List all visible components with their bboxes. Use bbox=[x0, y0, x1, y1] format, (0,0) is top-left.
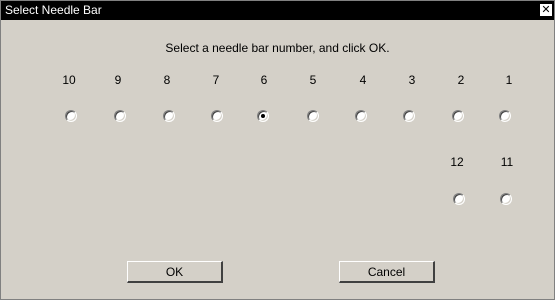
needle-label-1: 1 bbox=[505, 73, 513, 87]
needle-label-9: 9 bbox=[114, 73, 122, 87]
window-title: Select Needle Bar bbox=[5, 3, 102, 17]
needle-radio-2[interactable] bbox=[452, 110, 464, 122]
needle-radio-11[interactable] bbox=[500, 193, 512, 205]
needle-radio-8[interactable] bbox=[163, 110, 175, 122]
needle-label-5: 5 bbox=[309, 73, 317, 87]
needle-radio-12[interactable] bbox=[453, 193, 465, 205]
needle-radio-6[interactable] bbox=[257, 110, 269, 122]
needle-radio-10[interactable] bbox=[65, 110, 77, 122]
ok-button[interactable]: OK bbox=[127, 261, 223, 283]
cancel-button[interactable]: Cancel bbox=[339, 261, 435, 283]
needle-radio-3[interactable] bbox=[403, 110, 415, 122]
needle-label-4: 4 bbox=[359, 73, 367, 87]
needle-label-8: 8 bbox=[163, 73, 171, 87]
needle-label-12: 12 bbox=[450, 155, 464, 169]
needle-label-10: 10 bbox=[62, 73, 76, 87]
needle-label-3: 3 bbox=[408, 73, 416, 87]
title-bar: Select Needle Bar ✕ bbox=[1, 1, 554, 20]
needle-radio-1[interactable] bbox=[499, 110, 511, 122]
needle-radio-4[interactable] bbox=[355, 110, 367, 122]
needle-label-6: 6 bbox=[260, 73, 268, 87]
close-icon[interactable]: ✕ bbox=[539, 3, 553, 17]
needle-label-11: 11 bbox=[500, 155, 514, 169]
needle-label-2: 2 bbox=[457, 73, 465, 87]
needle-bar-dialog: Select Needle Bar ✕ Select a needle bar … bbox=[0, 0, 555, 300]
needle-radio-7[interactable] bbox=[211, 110, 223, 122]
needle-radio-5[interactable] bbox=[307, 110, 319, 122]
instruction-text: Select a needle bar number, and click OK… bbox=[165, 41, 390, 55]
needle-radio-9[interactable] bbox=[114, 110, 126, 122]
needle-label-7: 7 bbox=[212, 73, 220, 87]
